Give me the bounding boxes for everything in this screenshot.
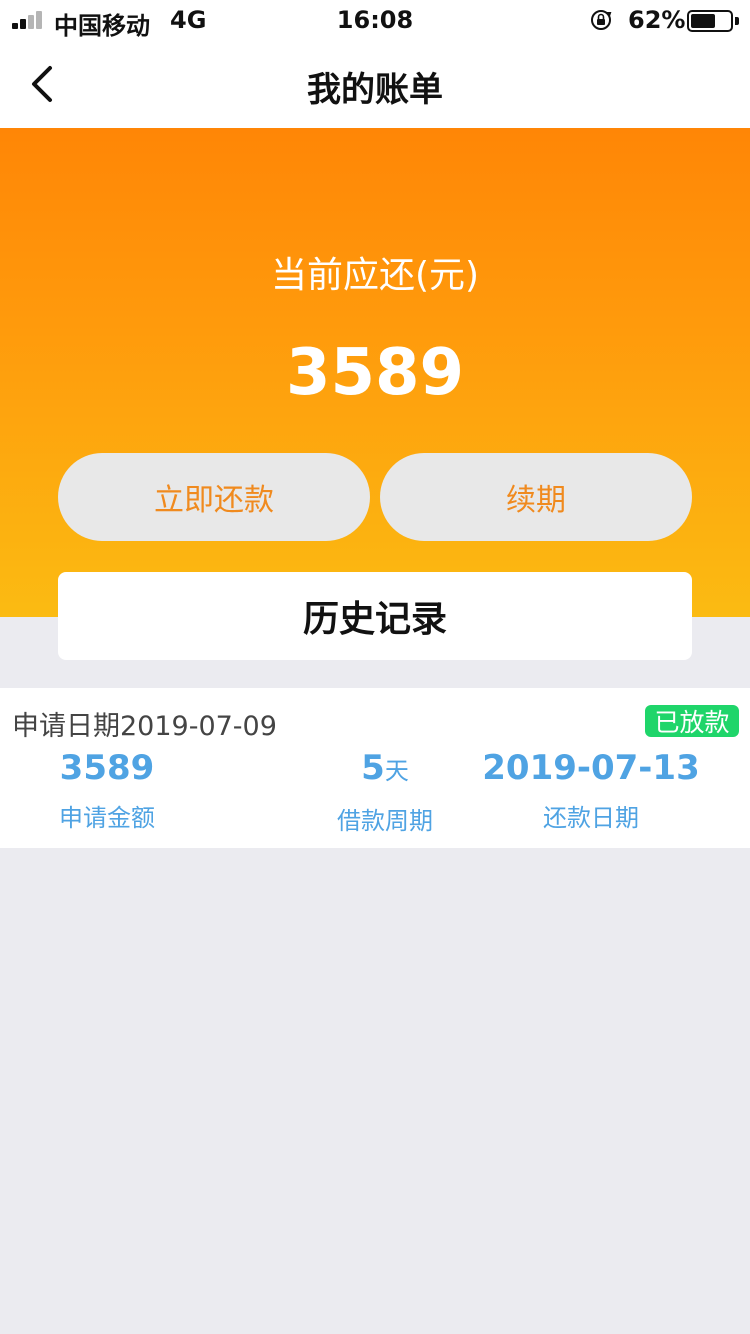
status-badge: 已放款 bbox=[645, 705, 739, 737]
repay-now-button[interactable]: 立即还款 bbox=[58, 453, 370, 541]
loan-period-label: 借款周期 bbox=[337, 807, 433, 835]
loan-period-value: 5天 bbox=[275, 746, 495, 793]
apply-amount-stat: 3589 申请金额 bbox=[0, 746, 217, 833]
loan-period-stat: 5天 借款周期 bbox=[275, 746, 495, 836]
apply-date: 申请日期2019-07-09 bbox=[12, 711, 277, 742]
battery-cap bbox=[735, 17, 739, 25]
repay-date-label: 还款日期 bbox=[543, 804, 639, 832]
apply-amount-value: 3589 bbox=[59, 748, 155, 788]
due-amount-value: 3589 bbox=[285, 336, 465, 410]
history-records-button[interactable]: 历史记录 bbox=[58, 572, 692, 660]
bill-summary-header: 当前应还(元) 3589 立即还款 续期 bbox=[0, 128, 750, 617]
battery-icon bbox=[687, 10, 733, 32]
battery-percent: 62% bbox=[628, 6, 686, 34]
bill-record[interactable]: 申请日期2019-07-09 已放款 3589 申请金额 5天 借款周期 201… bbox=[0, 688, 750, 848]
loan-period-unit: 天 bbox=[384, 757, 409, 785]
loan-period-number: 5 bbox=[361, 748, 385, 788]
repay-date-stat: 2019-07-13 还款日期 bbox=[481, 746, 701, 833]
due-amount-label: 当前应还(元) bbox=[270, 255, 480, 296]
page-title: 我的账单 bbox=[307, 70, 443, 110]
nav-bar: 我的账单 bbox=[0, 40, 750, 128]
status-bar: 中国移动 4G 16:08 62% bbox=[0, 0, 750, 40]
repay-date-value: 2019-07-13 bbox=[482, 748, 700, 788]
battery-fill bbox=[691, 14, 715, 28]
renew-button[interactable]: 续期 bbox=[380, 453, 692, 541]
rotation-lock-icon bbox=[591, 10, 612, 30]
apply-amount-label: 申请金额 bbox=[59, 804, 155, 832]
